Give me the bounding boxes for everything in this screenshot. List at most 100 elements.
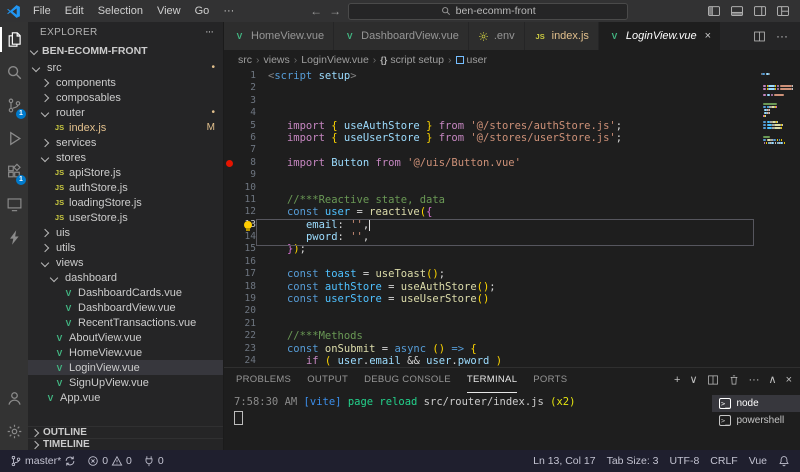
launch-profile-icon[interactable]: ∨	[689, 375, 697, 386]
menu-edit[interactable]: Edit	[58, 5, 91, 17]
code-editor[interactable]: 1<script setup> 23 45 import { useAuthStor…	[224, 70, 800, 367]
activity-search[interactable]	[0, 56, 28, 89]
sidebar-section-timeline[interactable]: TIMELINE	[28, 438, 223, 450]
more-actions-icon[interactable]: ···	[776, 30, 788, 42]
tree-item-index.js[interactable]: JSindex.jsM	[28, 120, 223, 135]
tab-dashboardview-vue[interactable]: VDashboardView.vue	[334, 22, 469, 50]
customize-layout-icon[interactable]	[776, 4, 790, 18]
tab-homeview-vue[interactable]: VHomeView.vue	[224, 22, 334, 50]
line-number[interactable]: 8	[234, 157, 256, 169]
project-section-header[interactable]: BEN-ECOMM-FRONT	[28, 42, 223, 60]
line-number[interactable]: 3	[234, 95, 256, 107]
gutter-glyph-margin[interactable]	[224, 107, 234, 119]
close-panel-icon[interactable]: ×	[786, 375, 792, 386]
gutter-glyph-margin[interactable]	[224, 95, 234, 107]
activity-settings[interactable]	[0, 415, 28, 448]
gutter-glyph-margin[interactable]	[224, 231, 234, 243]
line-number[interactable]: 23	[234, 343, 256, 355]
gutter-glyph-margin[interactable]	[224, 305, 234, 317]
gutter-glyph-margin[interactable]	[224, 206, 234, 218]
activity-remote-explorer[interactable]	[0, 188, 28, 221]
gutter-glyph-margin[interactable]	[224, 157, 234, 169]
line-number[interactable]: 9	[234, 169, 256, 181]
gutter-glyph-margin[interactable]	[224, 194, 234, 206]
code-line[interactable]: 18 const authStore = useAuthStore();	[224, 281, 800, 293]
gutter-glyph-margin[interactable]	[224, 169, 234, 181]
activity-explorer[interactable]	[0, 23, 28, 56]
tree-item-services[interactable]: services	[28, 135, 223, 150]
code-line[interactable]: 1<script setup>	[224, 70, 800, 82]
problems-indicator[interactable]: 0 0	[87, 455, 132, 467]
code-line[interactable]: 20	[224, 305, 800, 317]
activity-account[interactable]	[0, 382, 28, 415]
gutter-glyph-margin[interactable]	[224, 318, 234, 330]
tree-item-composables[interactable]: composables	[28, 90, 223, 105]
line-number[interactable]: 6	[234, 132, 256, 144]
code-line[interactable]: 4	[224, 107, 800, 119]
code-line[interactable]: 19 const userStore = useUserStore()	[224, 293, 800, 305]
tree-item-src[interactable]: src•	[28, 60, 223, 75]
cursor-position-indicator[interactable]: Ln 13, Col 17	[533, 455, 595, 467]
menu-go[interactable]: Go	[188, 5, 217, 17]
tree-item-recenttransactions.vue[interactable]: VRecentTransactions.vue	[28, 315, 223, 330]
code-line[interactable]: 14 pword: '',	[224, 231, 800, 243]
tree-item-aboutview.vue[interactable]: VAboutView.vue	[28, 330, 223, 345]
menu-[interactable]: ···	[216, 5, 241, 17]
tree-item-userstore.js[interactable]: JSuserStore.js	[28, 210, 223, 225]
terminal-output[interactable]: 7:58:30 AM [vite] page reload src/router…	[224, 392, 712, 450]
ports-indicator[interactable]: 0	[143, 455, 164, 467]
code-line[interactable]: 17 const toast = useToast();	[224, 268, 800, 280]
code-line[interactable]: 6 import { useUserStore } from '@/stores…	[224, 132, 800, 144]
panel-tab-problems[interactable]: PROBLEMS	[236, 368, 291, 393]
tree-item-loginview.vue[interactable]: VLoginView.vue	[28, 360, 223, 375]
line-number[interactable]: 11	[234, 194, 256, 206]
tree-item-dashboardcards.vue[interactable]: VDashboardCards.vue	[28, 285, 223, 300]
code-line[interactable]: 10	[224, 182, 800, 194]
nav-back-icon[interactable]: ←	[310, 4, 322, 18]
tab-loginview-vue[interactable]: VLoginView.vue×	[599, 22, 721, 50]
tab--env[interactable]: .env	[469, 22, 525, 50]
code-line[interactable]: 21	[224, 318, 800, 330]
toggle-secondary-sidebar-icon[interactable]	[753, 4, 767, 18]
tree-item-router[interactable]: router•	[28, 105, 223, 120]
branch-indicator[interactable]: master*	[10, 455, 76, 467]
terminal-instance-node[interactable]: >_node	[712, 395, 800, 412]
kill-terminal-icon[interactable]	[728, 374, 740, 386]
code-line[interactable]: 22 //***Methods	[224, 330, 800, 342]
code-line[interactable]: 24 if ( user.email && user.pword )	[224, 355, 800, 367]
tree-item-authstore.js[interactable]: JSauthStore.js	[28, 180, 223, 195]
tree-item-homeview.vue[interactable]: VHomeView.vue	[28, 345, 223, 360]
tree-item-utils[interactable]: utils	[28, 240, 223, 255]
explorer-more-icon[interactable]: ···	[205, 26, 213, 38]
gutter-glyph-margin[interactable]	[224, 182, 234, 194]
code-line[interactable]: 5 import { useAuthStore } from '@/stores…	[224, 120, 800, 132]
line-number[interactable]: 15	[234, 243, 256, 255]
gutter-glyph-margin[interactable]	[224, 343, 234, 355]
breadcrumb-item-views[interactable]: views	[264, 54, 290, 66]
gutter-glyph-margin[interactable]	[224, 132, 234, 144]
tree-item-app.vue[interactable]: VApp.vue	[28, 390, 223, 405]
more-actions-icon[interactable]: ···	[749, 375, 760, 386]
code-line[interactable]: 13 email: '',	[224, 219, 800, 231]
code-line[interactable]: 8 import Button from '@/uis/Button.vue'	[224, 157, 800, 169]
breadcrumb-item-script-setup[interactable]: {}script setup	[380, 54, 444, 66]
activity-extensions[interactable]: 1	[0, 155, 28, 188]
gutter-glyph-margin[interactable]	[224, 120, 234, 132]
gutter-glyph-margin[interactable]	[224, 70, 234, 82]
command-center-search[interactable]: ben-ecomm-front	[348, 3, 628, 20]
code-line[interactable]: 23 const onSubmit = async () => {	[224, 343, 800, 355]
language-mode-indicator[interactable]: Vue	[749, 455, 767, 467]
code-line[interactable]: 12 const user = reactive({	[224, 206, 800, 218]
terminal-instance-powershell[interactable]: >_powershell	[712, 412, 800, 429]
breadcrumb-item-src[interactable]: src	[238, 54, 252, 66]
tab-index-js[interactable]: JSindex.js	[525, 22, 599, 50]
gutter-glyph-margin[interactable]	[224, 219, 234, 231]
sidebar-section-outline[interactable]: OUTLINE	[28, 426, 223, 438]
code-line[interactable]: 11 //***Reactive state, data	[224, 194, 800, 206]
breadcrumb-item-loginview-vue[interactable]: LoginView.vue	[301, 54, 369, 66]
line-number[interactable]: 20	[234, 305, 256, 317]
gutter-glyph-margin[interactable]	[224, 281, 234, 293]
notifications-indicator[interactable]	[778, 455, 790, 467]
tree-item-uis[interactable]: uis	[28, 225, 223, 240]
line-number[interactable]: 4	[234, 107, 256, 119]
